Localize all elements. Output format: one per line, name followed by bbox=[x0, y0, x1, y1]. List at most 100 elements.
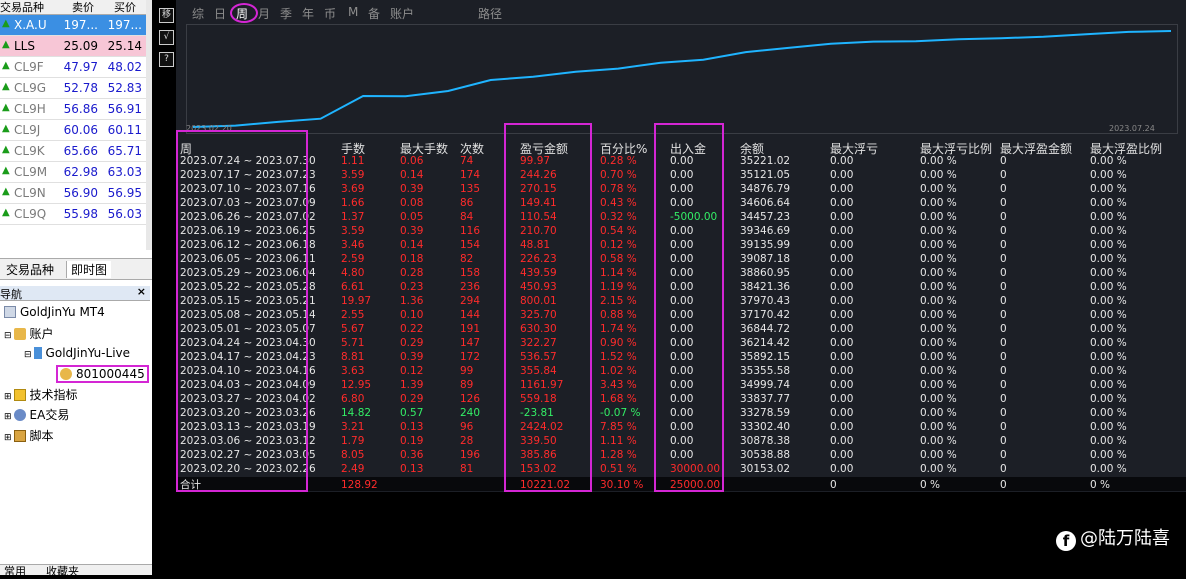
col-ask-header[interactable]: 买价 bbox=[114, 0, 136, 15]
tree-experts[interactable]: ⊞ EA交易 bbox=[4, 406, 69, 423]
market-watch-row[interactable]: ▲ CL9F 47.97 48.02 bbox=[0, 57, 146, 78]
symbol-name: X.A.U bbox=[14, 18, 47, 32]
table-cell: 191 bbox=[460, 323, 481, 335]
tree-indicators[interactable]: ⊞ 技术指标 bbox=[4, 386, 78, 403]
market-watch-row[interactable]: ▲ CL9G 52.78 52.83 bbox=[0, 78, 146, 99]
expand-icon[interactable]: ⊞ bbox=[4, 433, 12, 443]
table-cell: 82 bbox=[460, 253, 474, 265]
table-cell: 0.00 % bbox=[920, 169, 957, 181]
table-cell: 0.00 % bbox=[1090, 365, 1127, 377]
market-watch-row[interactable]: ▲ CL9N 56.90 56.95 bbox=[0, 183, 146, 204]
move-button[interactable]: 移 bbox=[159, 8, 174, 23]
table-cell: 96 bbox=[460, 421, 474, 433]
help-button[interactable]: ? bbox=[159, 52, 174, 67]
table-cell: 0.00 % bbox=[1090, 393, 1127, 405]
report-tab[interactable]: 日 bbox=[214, 5, 226, 22]
tree-account-number[interactable]: 801000445 bbox=[56, 365, 149, 383]
tree-scripts[interactable]: ⊞ 脚本 bbox=[4, 427, 54, 444]
table-cell: 116 bbox=[460, 225, 481, 237]
report-tab[interactable]: 年 bbox=[302, 5, 314, 22]
market-watch-row[interactable]: ▲ CL9H 56.86 56.91 bbox=[0, 99, 146, 120]
table-cell: 0.70 % bbox=[600, 169, 637, 181]
uptick-icon: ▲ bbox=[2, 123, 10, 134]
market-watch-row[interactable]: ▲ CL9K 65.66 65.71 bbox=[0, 141, 146, 162]
table-cell: 89 bbox=[460, 379, 474, 391]
total-cell: 0 bbox=[830, 479, 837, 491]
table-cell: 0.19 bbox=[400, 435, 424, 447]
table-cell: 0.00 bbox=[830, 169, 854, 181]
table-cell: 30153.02 bbox=[740, 463, 791, 475]
table-cell: 3.59 bbox=[341, 169, 365, 181]
bid-price: 25.09 bbox=[63, 39, 98, 53]
tab-common[interactable]: 常用 bbox=[4, 563, 26, 579]
col-bid-header[interactable]: 卖价 bbox=[72, 0, 94, 15]
table-cell: 39135.99 bbox=[740, 239, 791, 251]
tab-symbols[interactable]: 交易品种 bbox=[2, 261, 58, 278]
market-watch-row[interactable]: ▲ CL9J 60.06 60.11 bbox=[0, 120, 146, 141]
tree-accounts[interactable]: ⊟ 账户 bbox=[4, 325, 54, 342]
bid-price: 65.66 bbox=[63, 144, 98, 158]
report-tab[interactable]: M bbox=[348, 5, 358, 19]
report-tab[interactable]: 月 bbox=[258, 5, 270, 22]
table-cell: 0.00 bbox=[830, 267, 854, 279]
report-tab[interactable]: 备 bbox=[368, 5, 380, 22]
table-cell: 0.00 % bbox=[920, 253, 957, 265]
column-header[interactable]: 最大浮盈金额 bbox=[1000, 140, 1072, 157]
uptick-icon: ▲ bbox=[2, 81, 10, 92]
uptick-icon: ▲ bbox=[2, 18, 10, 29]
tree-terminal[interactable]: GoldJinYu MT4 bbox=[4, 305, 105, 319]
table-cell: 0.14 bbox=[400, 169, 424, 181]
close-icon[interactable]: × bbox=[137, 285, 146, 298]
report-tab[interactable]: 账户 bbox=[390, 5, 414, 22]
account-icon bbox=[60, 368, 72, 380]
table-cell: 1.66 bbox=[341, 197, 365, 209]
table-cell: 1.14 % bbox=[600, 267, 637, 279]
market-watch-row[interactable]: ▲ CL9M 62.98 63.03 bbox=[0, 162, 146, 183]
table-cell: 0.39 bbox=[400, 351, 424, 363]
table-cell: 0.00 % bbox=[1090, 449, 1127, 461]
table-cell: 0.00 % bbox=[920, 323, 957, 335]
indicators-icon bbox=[13, 389, 26, 401]
table-cell: 3.43 % bbox=[600, 379, 637, 391]
side-toolbar: 移 √ ? bbox=[156, 0, 176, 574]
report-tab[interactable]: 路径 bbox=[478, 5, 502, 22]
table-cell: 0 bbox=[1000, 225, 1007, 237]
col-symbol-header[interactable]: 交易品种 bbox=[0, 0, 44, 15]
expand-icon[interactable]: ⊞ bbox=[4, 412, 12, 422]
collapse-icon[interactable]: ⊟ bbox=[24, 350, 32, 360]
tree-server[interactable]: ⊟ GoldJinYu-Live bbox=[24, 346, 130, 360]
uptick-icon: ▲ bbox=[2, 60, 10, 71]
table-cell: 144 bbox=[460, 309, 481, 321]
table-cell: 0.00 % bbox=[920, 421, 957, 433]
bid-price: 197... bbox=[63, 18, 98, 32]
table-cell: 0 bbox=[1000, 253, 1007, 265]
collapse-icon[interactable]: ⊟ bbox=[4, 331, 12, 341]
table-cell: 35892.15 bbox=[740, 351, 791, 363]
market-watch-row[interactable]: ▲ X.A.U 197... 197... bbox=[0, 15, 146, 36]
report-tab[interactable]: 币 bbox=[324, 5, 336, 22]
table-cell: 3.21 bbox=[341, 421, 365, 433]
check-button[interactable]: √ bbox=[159, 30, 174, 45]
tab-favorites[interactable]: 收藏夹 bbox=[46, 563, 79, 579]
table-cell: 0.00 % bbox=[1090, 253, 1127, 265]
table-cell: 1.28 % bbox=[600, 449, 637, 461]
table-cell: 0.00 % bbox=[1090, 239, 1127, 251]
terminal-icon bbox=[4, 306, 16, 318]
table-cell: 0 bbox=[1000, 449, 1007, 461]
table-cell: 0.00 % bbox=[1090, 323, 1127, 335]
table-cell: 294 bbox=[460, 295, 481, 307]
tab-tick-chart[interactable]: 即时图 bbox=[66, 261, 112, 278]
market-watch-row[interactable]: ▲ CL9Q 55.98 56.03 bbox=[0, 204, 146, 225]
table-cell: 0.36 bbox=[400, 449, 424, 461]
bid-price: 62.98 bbox=[63, 165, 98, 179]
table-cell: 0.00 % bbox=[1090, 379, 1127, 391]
market-watch-row[interactable]: ▲ LLS 25.09 25.14 bbox=[0, 36, 146, 57]
report-tab[interactable]: 季 bbox=[280, 5, 292, 22]
expand-icon[interactable]: ⊞ bbox=[4, 392, 12, 402]
table-cell: 0.00 % bbox=[920, 239, 957, 251]
table-cell: 196 bbox=[460, 449, 481, 461]
table-cell: 0.08 bbox=[400, 197, 424, 209]
report-tab[interactable]: 综 bbox=[192, 5, 204, 22]
table-cell: 0 bbox=[1000, 295, 1007, 307]
table-cell: 0.00 % bbox=[1090, 295, 1127, 307]
